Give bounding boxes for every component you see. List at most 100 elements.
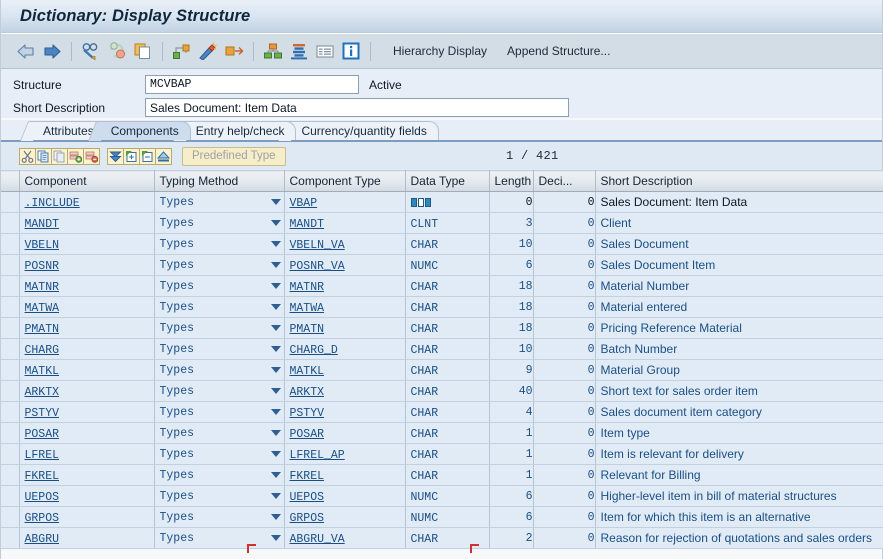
cell-component-type[interactable]: UEPOS xyxy=(284,485,406,507)
typing-method-dropdown[interactable]: Types xyxy=(160,486,284,506)
cell-component-type[interactable]: MATNR xyxy=(284,275,406,297)
component-link[interactable]: MATNR xyxy=(25,281,60,294)
component-type-link[interactable]: UEPOS xyxy=(290,491,325,504)
component-type-link[interactable]: MATWA xyxy=(290,302,325,315)
row-select-cell[interactable] xyxy=(1,443,20,465)
delete-row-icon[interactable] xyxy=(83,147,100,165)
structure-name-input[interactable]: MCVBAP xyxy=(145,75,359,94)
chevron-down-icon[interactable] xyxy=(270,346,281,352)
table-row[interactable]: MATKL Types MATKL CHAR 9 0 Material Group xyxy=(1,359,883,381)
component-link[interactable]: .INCLUDE xyxy=(25,197,80,210)
component-type-link[interactable]: MANDT xyxy=(290,218,325,231)
typing-method-dropdown[interactable]: Types xyxy=(160,381,284,401)
column-header-component-type[interactable]: Component Type xyxy=(284,170,406,192)
row-select-cell[interactable] xyxy=(1,422,20,444)
expand-icon[interactable] xyxy=(221,38,247,64)
component-link[interactable]: VBELN xyxy=(25,239,60,252)
row-select-cell[interactable] xyxy=(1,380,20,402)
row-select-cell[interactable] xyxy=(1,527,20,549)
chevron-down-icon[interactable] xyxy=(270,472,281,478)
typing-method-dropdown[interactable]: Types xyxy=(160,444,284,464)
chevron-down-icon[interactable] xyxy=(270,514,281,520)
cell-component[interactable]: VBELN xyxy=(19,233,155,255)
cell-component[interactable]: ARKTX xyxy=(19,380,155,402)
cell-typing-method[interactable]: Types xyxy=(154,464,285,486)
cell-component-type[interactable]: MATWA xyxy=(284,296,406,318)
table-row[interactable]: PSTYV Types PSTYV CHAR 4 0 Sales document item… xyxy=(1,401,883,423)
table-row[interactable]: PMATN Types PMATN CHAR 18 0 Pricing Reference … xyxy=(1,317,883,339)
cell-typing-method[interactable]: Types xyxy=(154,212,285,234)
component-type-link[interactable]: VBELN_VA xyxy=(290,239,345,252)
cell-component[interactable]: PSTYV xyxy=(19,401,155,423)
predefined-type-button[interactable]: Predefined Type xyxy=(182,146,286,166)
info-icon[interactable] xyxy=(338,38,364,64)
cell-component-type[interactable]: LFREL_AP xyxy=(284,443,406,465)
component-link[interactable]: ABGRU xyxy=(25,533,60,546)
chevron-down-icon[interactable] xyxy=(270,241,281,247)
typing-method-dropdown[interactable]: Types xyxy=(160,234,284,254)
typing-method-dropdown[interactable]: Types xyxy=(160,213,284,233)
typing-method-dropdown[interactable]: Types xyxy=(160,507,284,527)
typing-method-dropdown[interactable]: Types xyxy=(160,276,284,296)
column-header-short-description[interactable]: Short Description xyxy=(595,170,883,192)
chevron-down-icon[interactable] xyxy=(270,325,281,331)
refresh-icon[interactable] xyxy=(104,38,130,64)
cell-component[interactable]: MATKL xyxy=(19,359,155,381)
row-select-cell[interactable] xyxy=(1,338,20,360)
cell-component-type[interactable]: MATKL xyxy=(284,359,406,381)
cell-component-type[interactable]: POSNR_VA xyxy=(284,254,406,276)
short-description-input[interactable]: Sales Document: Item Data xyxy=(145,98,569,117)
cell-typing-method[interactable]: Types xyxy=(154,380,285,402)
where-used-icon[interactable] xyxy=(169,38,195,64)
table-row[interactable]: .INCLUDE Types VBAP 0 0 Sales Document: Item … xyxy=(1,191,883,213)
copy-icon[interactable] xyxy=(35,147,52,165)
cell-component[interactable]: MATNR xyxy=(19,275,155,297)
component-link[interactable]: FKREL xyxy=(25,470,60,483)
tab-entry-help-check[interactable]: Entry help/check xyxy=(183,121,297,140)
component-link[interactable]: MATKL xyxy=(25,365,60,378)
row-select-cell[interactable] xyxy=(1,506,20,528)
chevron-down-icon[interactable] xyxy=(270,388,281,394)
component-type-link[interactable]: GRPOS xyxy=(290,512,325,525)
predecessor-icon[interactable] xyxy=(155,147,172,165)
chevron-down-icon[interactable] xyxy=(270,304,281,310)
cell-component[interactable]: CHARG xyxy=(19,338,155,360)
component-type-link[interactable]: VBAP xyxy=(290,197,318,210)
hierarchy-display-button[interactable]: Hierarchy Display xyxy=(383,44,497,58)
typing-method-dropdown[interactable]: Types xyxy=(160,255,284,275)
typing-method-dropdown[interactable]: Types xyxy=(160,297,284,317)
row-select-cell[interactable] xyxy=(1,212,20,234)
cell-component-type[interactable]: PSTYV xyxy=(284,401,406,423)
typing-method-dropdown[interactable]: Types xyxy=(160,192,284,212)
select-all-header[interactable] xyxy=(1,170,20,192)
component-type-link[interactable]: CHARG_D xyxy=(290,344,338,357)
tab-currency-quantity-fields[interactable]: Currency/quantity fields xyxy=(289,121,439,140)
srch-help-icon[interactable] xyxy=(107,147,124,165)
row-select-cell[interactable] xyxy=(1,317,20,339)
column-header-length[interactable]: Length xyxy=(489,170,534,192)
typing-method-dropdown[interactable]: Types xyxy=(160,465,284,485)
table-row[interactable]: GRPOS Types GRPOS NUMC 6 0 Item for which this… xyxy=(1,506,883,528)
paste-icon[interactable] xyxy=(51,147,68,165)
component-type-link[interactable]: MATKL xyxy=(290,365,325,378)
row-select-cell[interactable] xyxy=(1,359,20,381)
component-type-link[interactable]: POSAR xyxy=(290,428,325,441)
cut-icon[interactable] xyxy=(19,147,36,165)
typing-method-dropdown[interactable]: Types xyxy=(160,339,284,359)
cell-component[interactable]: ABGRU xyxy=(19,527,155,549)
cell-component[interactable]: MANDT xyxy=(19,212,155,234)
display-change-icon[interactable] xyxy=(78,38,104,64)
table-row[interactable]: FKREL Types FKREL CHAR 1 0 Relevant for Billin… xyxy=(1,464,883,486)
insert-row-icon[interactable] xyxy=(67,147,84,165)
component-link[interactable]: POSAR xyxy=(25,428,60,441)
cell-typing-method[interactable]: Types xyxy=(154,254,285,276)
cell-typing-method[interactable]: Types xyxy=(154,443,285,465)
table-row[interactable]: MATNR Types MATNR CHAR 18 0 Material Number xyxy=(1,275,883,297)
append-structure-button[interactable]: Append Structure... xyxy=(497,44,620,58)
cell-component[interactable]: FKREL xyxy=(19,464,155,486)
cell-component-type[interactable]: GRPOS xyxy=(284,506,406,528)
chevron-down-icon[interactable] xyxy=(270,283,281,289)
cell-typing-method[interactable]: Types xyxy=(154,359,285,381)
row-select-cell[interactable] xyxy=(1,254,20,276)
tab-components[interactable]: Components xyxy=(98,121,191,140)
